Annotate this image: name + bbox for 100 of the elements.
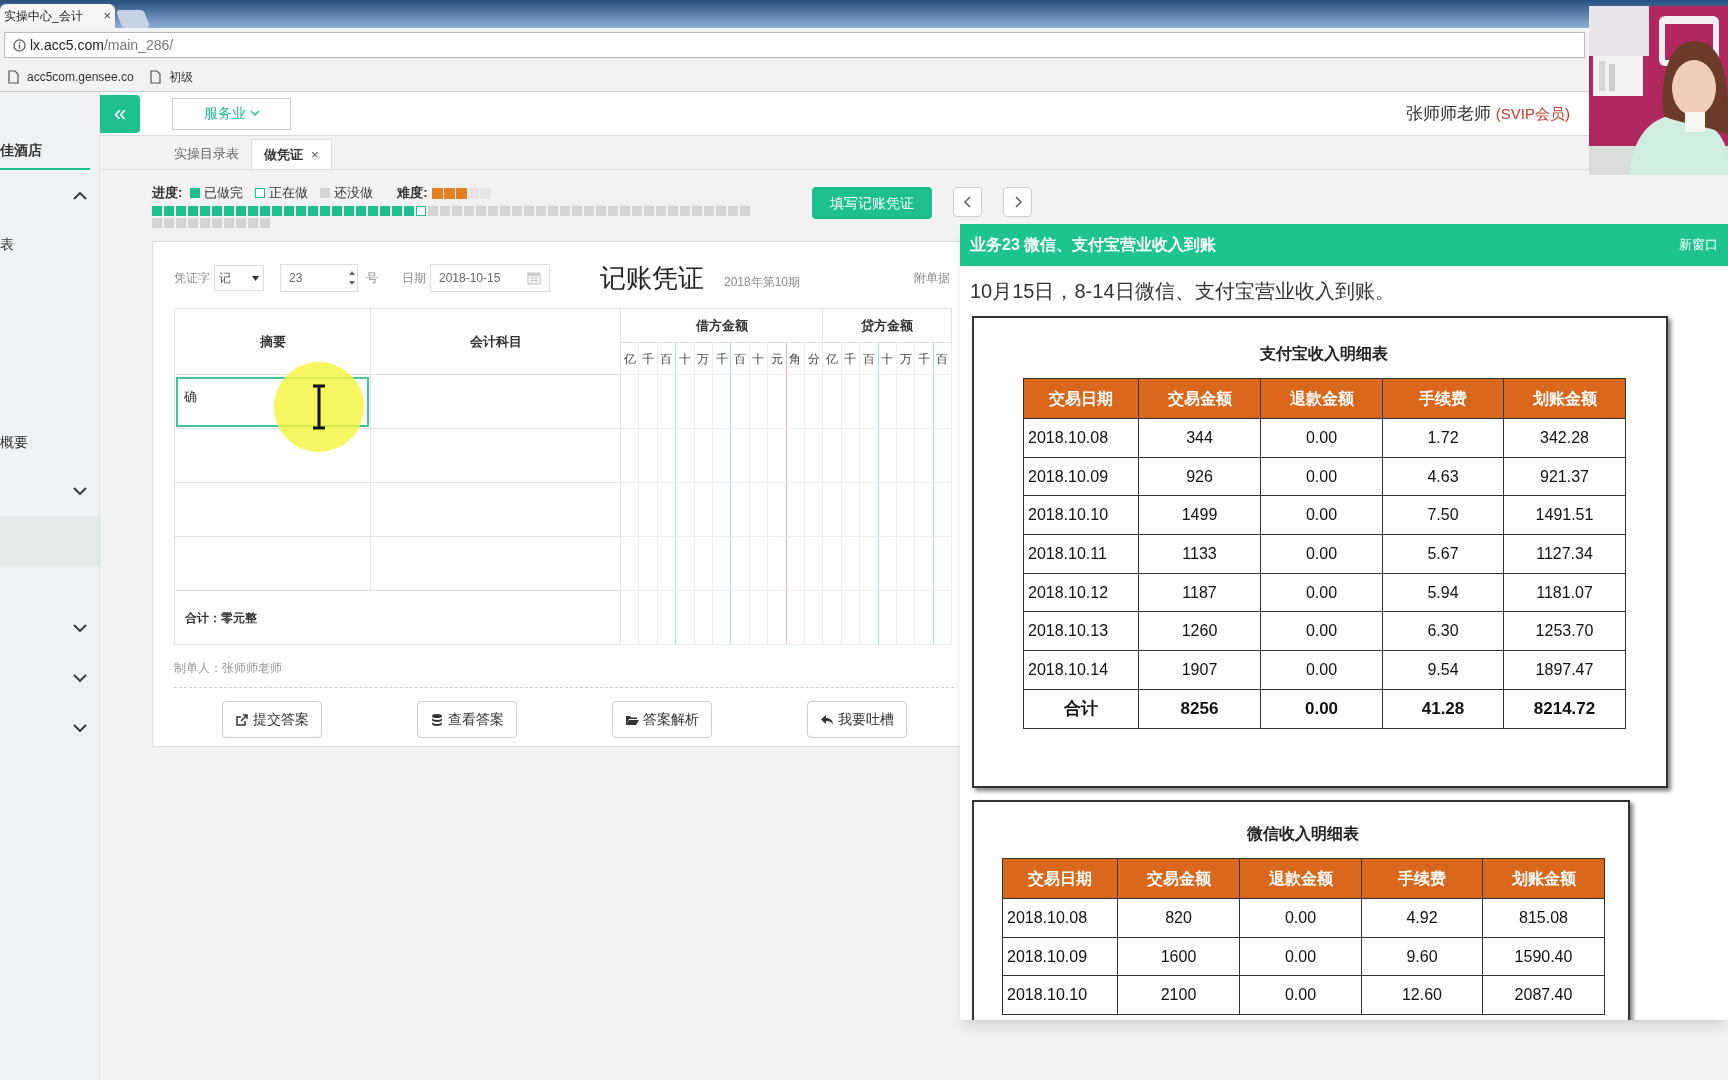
progress-segment[interactable] <box>152 206 162 216</box>
progress-segment[interactable] <box>176 206 186 216</box>
table-cell: 1499 <box>1138 495 1261 535</box>
previous-button[interactable] <box>953 187 982 217</box>
table-cell: 4.63 <box>1382 457 1504 496</box>
legend-swatch <box>320 188 331 198</box>
progress-segment[interactable] <box>212 218 222 228</box>
address-bar[interactable]: lx.acc5.com/main_286/ <box>4 32 1585 58</box>
sidebar-item[interactable]: 表 <box>0 220 99 268</box>
column-header: 划账金额 <box>1503 378 1626 419</box>
explain-button[interactable]: 答案解析 <box>611 701 712 738</box>
progress-segment[interactable] <box>392 206 402 216</box>
progress-segment[interactable] <box>452 206 462 216</box>
progress-segment[interactable] <box>152 218 162 228</box>
progress-segment[interactable] <box>176 218 186 228</box>
progress-segment[interactable] <box>632 206 642 216</box>
table-cell: 1187 <box>1138 573 1261 612</box>
progress-segment[interactable] <box>500 206 510 216</box>
field-label: 日期 <box>402 270 426 287</box>
progress-segment[interactable] <box>296 206 306 216</box>
progress-segment[interactable] <box>524 206 534 216</box>
table-cell: 9.54 <box>1382 650 1504 690</box>
progress-segment[interactable] <box>260 206 270 216</box>
progress-segment[interactable] <box>224 218 234 228</box>
digit-header: 角 <box>786 342 805 375</box>
progress-segment[interactable] <box>164 206 174 216</box>
progress-segment[interactable] <box>320 206 330 216</box>
progress-segment[interactable] <box>164 218 174 228</box>
column-header: 交易日期 <box>1023 378 1139 419</box>
progress-segment[interactable] <box>596 206 606 216</box>
progress-segment[interactable] <box>212 206 222 216</box>
progress-segment[interactable] <box>728 206 738 216</box>
total-amount: 合计：零元整 <box>185 610 257 625</box>
submit-button[interactable]: 提交答案 <box>221 701 322 738</box>
progress-segment[interactable] <box>716 206 726 216</box>
progress-segment[interactable] <box>560 206 570 216</box>
voucher-word-select[interactable]: 记 <box>214 265 264 291</box>
progress-segment[interactable] <box>188 218 198 228</box>
date-field[interactable]: 2018-10-15 <box>430 264 550 292</box>
progress-segment[interactable] <box>236 218 246 228</box>
chevron-down-icon[interactable] <box>73 673 87 683</box>
column-header: 贷方金额 <box>822 308 952 343</box>
progress-segment[interactable] <box>284 206 294 216</box>
progress-segment[interactable] <box>344 206 354 216</box>
progress-segment[interactable] <box>692 206 702 216</box>
progress-segment[interactable] <box>248 218 258 228</box>
progress-segment[interactable] <box>248 206 258 216</box>
tab[interactable]: 做凭证 × <box>251 139 332 169</box>
progress-segment[interactable] <box>260 218 270 228</box>
progress-segment[interactable] <box>680 206 690 216</box>
progress-segment[interactable] <box>404 206 414 216</box>
progress-segment[interactable] <box>488 206 498 216</box>
calendar-icon[interactable] <box>527 271 541 285</box>
progress-segment[interactable] <box>548 206 558 216</box>
table-cell: 8214.72 <box>1503 689 1626 728</box>
progress-segment[interactable] <box>704 206 714 216</box>
table-cell: 921.37 <box>1503 457 1626 496</box>
sidebar-item[interactable]: 概要 <box>0 418 99 466</box>
chevron-down-icon[interactable] <box>73 723 87 733</box>
feedback-button[interactable]: 我要吐槽 <box>806 701 907 738</box>
progress-segment[interactable] <box>512 206 522 216</box>
view-button[interactable]: 查看答案 <box>416 701 517 738</box>
progress-segment[interactable] <box>584 206 594 216</box>
bookmark-link[interactable]: 初级 <box>149 67 193 86</box>
tab[interactable]: 实操目录表 <box>162 139 251 169</box>
chevron-down-icon[interactable] <box>73 486 87 496</box>
progress-segment[interactable] <box>428 206 438 216</box>
progress-segment[interactable] <box>740 206 750 216</box>
progress-segment[interactable] <box>464 206 474 216</box>
progress-segment[interactable] <box>356 206 366 216</box>
progress-segment[interactable] <box>656 206 666 216</box>
progress-segment[interactable] <box>572 206 582 216</box>
progress-segment[interactable] <box>200 218 210 228</box>
progress-segment[interactable] <box>440 206 450 216</box>
chevron-up-icon[interactable] <box>73 190 87 200</box>
progress-segment[interactable] <box>332 206 342 216</box>
progress-segment[interactable] <box>476 206 486 216</box>
next-button[interactable] <box>1003 187 1032 217</box>
digit-header: 千 <box>914 342 934 375</box>
progress-segment[interactable] <box>380 206 390 216</box>
table-cell: 2018.10.10 <box>1002 975 1118 1015</box>
progress-segment[interactable] <box>416 206 426 216</box>
progress-segment[interactable] <box>668 206 678 216</box>
voucher-number-field[interactable]: 23 <box>280 264 358 292</box>
difficulty-label: 难度: <box>397 184 428 203</box>
new-tab-button[interactable] <box>115 10 151 28</box>
browser-tab[interactable]: 实操中心_会计 × <box>0 4 115 28</box>
progress-segment[interactable] <box>536 206 546 216</box>
progress-segment[interactable] <box>608 206 618 216</box>
progress-segment[interactable] <box>236 206 246 216</box>
chevron-down-icon[interactable] <box>73 623 87 633</box>
progress-segment[interactable] <box>272 206 282 216</box>
progress-segment[interactable] <box>368 206 378 216</box>
progress-segment[interactable] <box>200 206 210 216</box>
progress-segment[interactable] <box>308 206 318 216</box>
bookmark-link[interactable]: acc5com.gensee.co <box>8 67 134 86</box>
progress-segment[interactable] <box>188 206 198 216</box>
progress-segment[interactable] <box>620 206 630 216</box>
progress-segment[interactable] <box>224 206 234 216</box>
progress-segment[interactable] <box>644 206 654 216</box>
